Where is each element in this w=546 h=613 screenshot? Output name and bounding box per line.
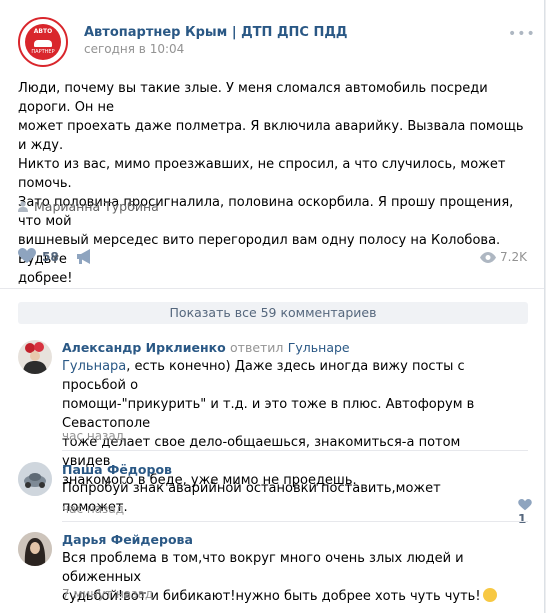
divider [0,288,544,289]
logo-text-bottom: ПАРТНЕР [31,49,55,55]
heart-icon[interactable] [18,248,36,264]
heart-icon [518,499,532,511]
group-logo: АВТО ПАРТНЕР [25,24,61,60]
comment-divider [62,450,528,451]
comment-like-count: 1 [518,512,527,526]
comment-divider [62,521,528,522]
commenter-avatar[interactable] [18,532,52,566]
views-counter: 7.2K [480,250,527,264]
eye-icon [480,252,496,263]
like-count[interactable]: 58 [42,250,59,264]
commenter-name[interactable]: Александр Ирклиенко [62,340,226,355]
commenter-name[interactable]: Паша Фёдоров [62,462,172,477]
commenter-name[interactable]: Дарья Фейдерова [62,532,193,547]
group-avatar[interactable]: АВТО ПАРТНЕР [18,17,68,67]
comment-time[interactable]: час назад [62,429,124,443]
post-author[interactable]: Марианна Турбина [18,199,159,214]
post-card: АВТО ПАРТНЕР Автопартнер Крым | ДТП ДПС … [0,0,545,613]
replied-to-link[interactable]: Гульнаре [288,340,350,355]
replied-label: ответил [230,340,284,355]
group-name-link[interactable]: Автопартнер Крым | ДТП ДПС ПДД [84,25,348,40]
post-date[interactable]: сегодня в 10:04 [84,42,184,56]
post-author-name: Марианна Турбина [34,199,159,214]
comment-time[interactable]: 7 минут назад [62,587,153,601]
commenter-avatar[interactable] [18,340,52,374]
post-text: Люди, почему вы такие злые. У меня слома… [18,81,524,286]
commenter-avatar[interactable] [18,462,52,496]
more-dots-icon[interactable]: ••• [508,26,536,42]
user-icon [18,201,28,212]
views-count: 7.2K [500,250,527,264]
grinning-face-emoji [482,588,497,602]
car-icon [34,40,52,47]
reply-mention-link[interactable]: Гульнара [62,359,126,374]
megaphone-icon[interactable] [76,249,94,265]
show-all-comments-button[interactable]: Показать все 59 комментариев [18,302,528,324]
comment-text: Попробуй знак аварийной остановки постав… [62,481,441,515]
comment-time[interactable]: час назад [62,502,124,516]
commenter-name-row: Александр Ирклиенко ответил Гульнаре [62,340,350,355]
logo-text-top: АВТО [33,28,53,35]
